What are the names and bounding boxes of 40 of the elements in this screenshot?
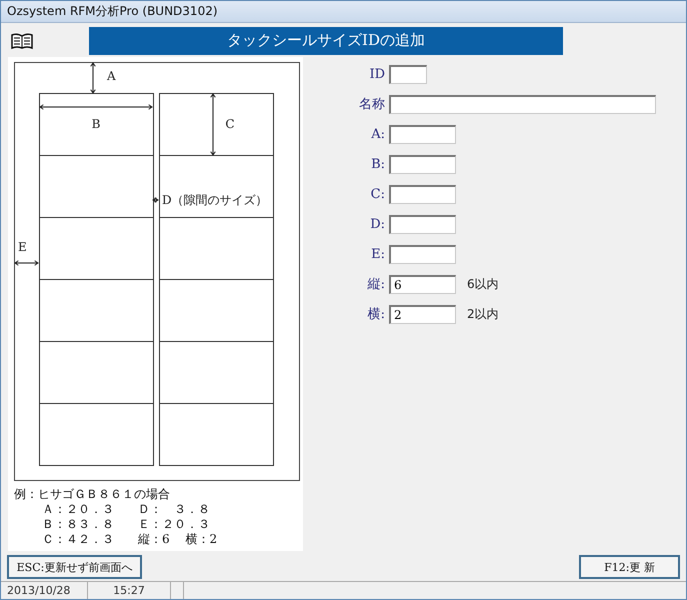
example-line: Ａ：２０．３ Ｄ： ３．８ <box>41 502 211 517</box>
field-label: A: <box>370 126 386 142</box>
dimension-label: D（隙間のサイズ） <box>162 192 268 207</box>
field-label: D: <box>369 216 386 232</box>
field-label: B: <box>370 156 386 172</box>
input-field[interactable]: 6 <box>389 274 456 294</box>
input-field[interactable] <box>389 214 456 234</box>
example-line: Ｂ：８３．８ Ｅ：２０．３ <box>41 516 211 532</box>
status-text: 2013/10/28 <box>1 582 88 599</box>
limit-note: 2以内 <box>467 306 499 323</box>
limit-note: 6以内 <box>467 276 499 293</box>
dimension-arrow <box>14 260 39 266</box>
status-text: 15:27 <box>88 582 171 599</box>
field-label: C: <box>370 186 386 202</box>
screen-title-banner: タックシールサイズIDの追加 <box>89 26 563 55</box>
input-field[interactable] <box>389 124 456 144</box>
input-field[interactable] <box>389 64 427 84</box>
dimension-label: A <box>107 68 116 83</box>
input-field[interactable] <box>389 94 656 114</box>
field-label: ID <box>368 66 386 82</box>
update-button[interactable]: F12:更 新 <box>579 555 680 580</box>
dimension-label: B <box>92 116 100 131</box>
back-button[interactable]: ESC:更新せず前画面へ <box>7 555 142 580</box>
field-label: 名称 <box>358 96 386 114</box>
example-line: Ｃ：４２．３ 縦：6 横：2 <box>41 532 218 547</box>
dimension-arrow <box>210 92 216 156</box>
input-field[interactable] <box>389 244 456 264</box>
example-heading: 例：ヒサゴＧＢ８６１の場合 <box>14 486 171 502</box>
dimension-label: E <box>18 240 27 254</box>
book-icon[interactable] <box>11 32 33 50</box>
window-title: Ozsystem RFM分析Pro (BUND3102) <box>1 1 686 23</box>
input-field[interactable]: 2 <box>389 304 456 324</box>
field-label: 横: <box>366 306 386 324</box>
dimension-label: C <box>225 116 235 131</box>
dimension-arrow <box>90 62 96 94</box>
input-field[interactable] <box>389 154 456 174</box>
dimension-arrow <box>152 197 159 203</box>
field-label: E: <box>370 246 386 262</box>
input-field[interactable] <box>389 184 456 204</box>
field-label: 縦: <box>366 276 386 294</box>
